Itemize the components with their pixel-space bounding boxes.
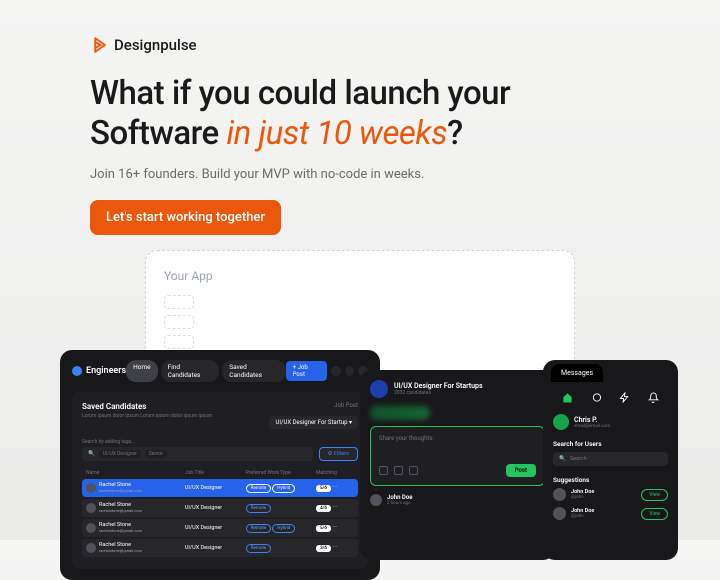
wireframe-title: Your App bbox=[164, 269, 556, 283]
engineers-app: Engineers Home Find Candidates Saved Can… bbox=[60, 350, 380, 580]
eng-brand: Engineers bbox=[72, 366, 126, 376]
notification-icon[interactable] bbox=[331, 366, 341, 376]
feed-item-avatar bbox=[370, 494, 382, 506]
suggestion-item: John Doe@johnView bbox=[553, 488, 668, 501]
brand-name: Designpulse bbox=[114, 36, 197, 54]
blurred-pill bbox=[370, 406, 430, 420]
bell-icon[interactable] bbox=[647, 390, 661, 404]
current-user: Chris P. email@email.com bbox=[553, 414, 668, 430]
bolt-icon[interactable] bbox=[618, 390, 632, 404]
subheadline: Join 16+ founders. Build your MVP with n… bbox=[90, 167, 630, 182]
compose-box[interactable]: Share your thoughts Post bbox=[370, 426, 545, 486]
table-row[interactable]: Rachel Stonerachelstone@gmail.comUI/UX D… bbox=[82, 479, 358, 497]
view-button[interactable]: View bbox=[641, 508, 668, 520]
feed-item: John Doe 2 hours ago bbox=[370, 494, 545, 506]
video-icon[interactable] bbox=[379, 466, 388, 475]
eng-logo-icon bbox=[72, 366, 82, 376]
view-button[interactable]: View bbox=[641, 489, 668, 501]
msg-nav bbox=[553, 390, 668, 404]
job-post-select[interactable]: UI/UX Designer For Startup ▾ bbox=[269, 416, 358, 429]
home-icon[interactable] bbox=[560, 390, 574, 404]
logo-icon bbox=[90, 36, 108, 54]
filters-button[interactable]: ⚙ Filters bbox=[319, 447, 358, 461]
eng-nav-saved[interactable]: Saved Candidates bbox=[222, 360, 285, 382]
table-row[interactable]: Rachel Stonerachelstone@gmail.comUI/UX D… bbox=[82, 499, 358, 517]
feed-avatar bbox=[370, 380, 388, 398]
suggestion-item: John Doe@johnView bbox=[553, 507, 668, 520]
user-search-input[interactable]: 🔍 Search bbox=[553, 452, 668, 466]
messages-app: Messages Chris P. email@email.com Search… bbox=[543, 360, 678, 560]
messages-tab[interactable]: Messages bbox=[551, 364, 603, 382]
job-post-button[interactable]: + Job Post bbox=[286, 361, 328, 381]
eng-nav-home[interactable]: Home bbox=[126, 360, 158, 382]
brand-logo: Designpulse bbox=[90, 36, 630, 54]
headline: What if you could launch your Software i… bbox=[90, 74, 630, 153]
mockup-stack: Your App Engineers Home Find Candidates … bbox=[0, 250, 720, 540]
feed-title: UI/UX Designer For Startups bbox=[394, 382, 483, 390]
attach-icon[interactable] bbox=[409, 466, 418, 475]
image-icon[interactable] bbox=[394, 466, 403, 475]
settings-icon[interactable] bbox=[345, 366, 355, 376]
table-header: NameJob TitlePreferred Work TypeMatching bbox=[82, 467, 358, 479]
eng-nav: Home Find Candidates Saved Candidates bbox=[126, 360, 286, 382]
table-row[interactable]: Rachel Stonerachelstone@gmail.comUI/UX D… bbox=[82, 519, 358, 537]
user-avatar bbox=[553, 414, 569, 430]
saved-candidates-title: Saved Candidates bbox=[82, 402, 212, 411]
cta-button[interactable]: Let's start working together bbox=[90, 200, 281, 235]
post-button[interactable]: Post bbox=[506, 464, 536, 477]
search-input[interactable]: 🔍 UI/UX Designer Senior bbox=[82, 447, 313, 461]
feed-app: UI/UX Designer For Startups 2032 candida… bbox=[360, 370, 555, 560]
table-row[interactable]: Rachel Stonerachelstone@gmail.comUI/UX D… bbox=[82, 539, 358, 557]
eng-nav-find[interactable]: Find Candidates bbox=[161, 360, 220, 382]
chat-icon[interactable] bbox=[589, 390, 603, 404]
